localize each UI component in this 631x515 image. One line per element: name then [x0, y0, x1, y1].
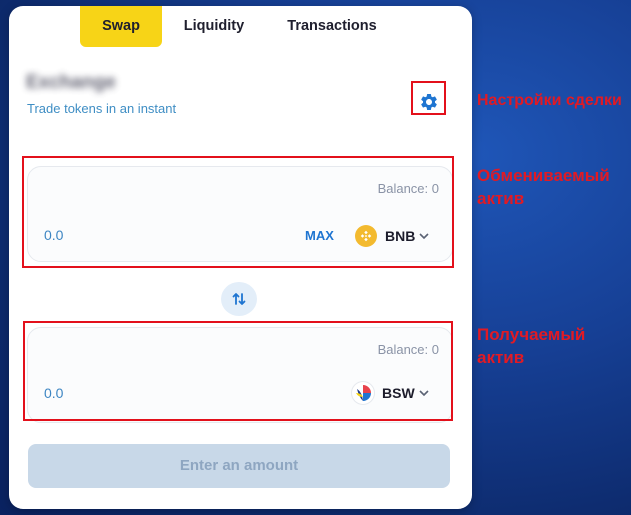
from-asset-annotation: Обмениваемый актив	[477, 164, 627, 210]
enter-amount-button[interactable]: Enter an amount	[28, 444, 450, 488]
settings-annotation: Настройки сделки	[477, 92, 622, 109]
switch-direction-button[interactable]	[221, 282, 257, 316]
from-annotation-line2: актив	[477, 189, 525, 208]
from-asset-highlight-box	[22, 156, 454, 268]
tab-liquidity[interactable]: Liquidity	[177, 6, 251, 47]
page-subtitle: Trade tokens in an instant	[27, 101, 177, 116]
to-annotation-line2: актив	[477, 348, 525, 367]
swap-arrows-icon	[232, 293, 246, 305]
tab-transactions[interactable]: Transactions	[282, 6, 382, 47]
tab-bar: Swap Liquidity Transactions	[9, 6, 472, 48]
to-asset-annotation: Получаемый актив	[477, 323, 627, 369]
to-annotation-line1: Получаемый	[477, 325, 586, 344]
settings-highlight-box	[411, 81, 446, 115]
from-annotation-line1: Обмениваемый	[477, 166, 610, 185]
to-asset-highlight-box	[23, 321, 453, 421]
tab-swap[interactable]: Swap	[80, 6, 162, 47]
page-title: Exchange	[26, 72, 116, 93]
